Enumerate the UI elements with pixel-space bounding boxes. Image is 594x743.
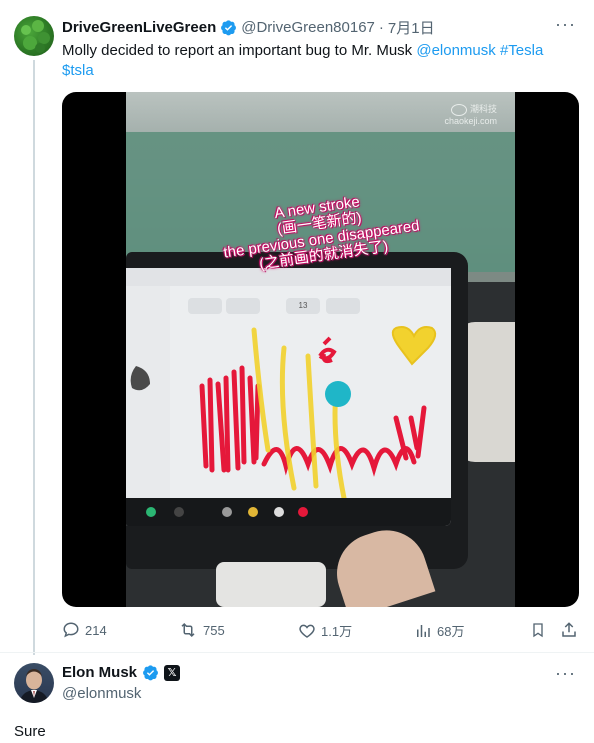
video-frame: 13 A new stroke (画一笔新的) the previous one… — [126, 92, 515, 607]
reply-author-name[interactable]: Elon Musk — [62, 664, 137, 681]
thread-line — [33, 60, 35, 655]
tweet-video[interactable]: 13 A new stroke (画一笔新的) the previous one… — [62, 92, 579, 607]
car-touchscreen: 13 — [126, 268, 451, 526]
retweet-count: 755 — [203, 622, 225, 638]
reply-tweet[interactable]: Elon Musk 𝕏 @elonmusk ··· Sure — [0, 653, 594, 743]
reply-author-handle[interactable]: @elonmusk — [62, 685, 141, 702]
watermark-eye-icon — [450, 103, 467, 116]
author-name[interactable]: DriveGreenLiveGreen — [62, 19, 216, 36]
author-handle[interactable]: @DriveGreen80167 — [241, 19, 375, 36]
verified-badge-icon — [142, 664, 159, 681]
tweet-text: Molly decided to report an important bug… — [62, 41, 572, 81]
author-avatar[interactable] — [14, 16, 54, 56]
bookmark-icon — [533, 623, 543, 638]
retweet-icon — [181, 622, 195, 638]
hashtag-link[interactable]: #Tesla — [500, 42, 543, 59]
reply-header: Elon Musk 𝕏 — [62, 664, 181, 681]
views-chart-icon — [417, 624, 430, 637]
action-bar: 214 755 1.1万 68万 — [62, 621, 582, 641]
reply-button[interactable]: 214 — [62, 621, 107, 639]
drawing-strokes — [130, 326, 437, 498]
tweet-body: Molly decided to report an important bug… — [62, 42, 417, 59]
tweet-date[interactable]: 7月1日 — [388, 17, 435, 38]
views-count: 68万 — [437, 624, 465, 639]
like-button[interactable]: 1.1万 — [298, 621, 352, 640]
screen-dock — [126, 498, 451, 526]
like-count: 1.1万 — [321, 624, 353, 639]
reply-text: Sure — [14, 723, 46, 740]
bookmark-button[interactable] — [530, 621, 546, 639]
separator: · — [378, 18, 384, 36]
views-button[interactable]: 68万 — [414, 621, 464, 640]
heart-icon — [299, 624, 315, 638]
retweet-button[interactable]: 755 — [178, 621, 225, 639]
reply-icon — [63, 622, 79, 638]
person-avatar-icon — [19, 669, 49, 703]
reply-author-avatar[interactable] — [14, 663, 54, 703]
dock-icon — [274, 507, 284, 517]
reply-count: 214 — [85, 622, 107, 638]
watermark-text: 潮科技 — [469, 104, 497, 114]
dock-icon — [298, 507, 308, 517]
dock-icon — [174, 507, 184, 517]
share-icon — [562, 622, 576, 637]
phone-icon — [146, 507, 156, 517]
tweet[interactable]: DriveGreenLiveGreen @DriveGreen80167 · 7… — [0, 0, 594, 655]
dock-icon — [222, 507, 232, 517]
tweet-header: DriveGreenLiveGreen @DriveGreen80167 · 7… — [62, 17, 435, 37]
x-affiliation-icon[interactable]: 𝕏 — [164, 664, 181, 681]
video-watermark: 潮科技 chaokeji.com — [444, 102, 497, 126]
dock-icon — [248, 507, 258, 517]
more-options-icon[interactable]: ··· — [555, 14, 576, 35]
cashtag-link[interactable]: $tsla — [62, 62, 94, 79]
share-button[interactable] — [560, 621, 578, 639]
leaf-pattern-icon — [21, 20, 50, 53]
watermark-subtext: chaokeji.com — [444, 115, 497, 126]
cloth — [216, 562, 326, 607]
more-options-icon[interactable]: ··· — [555, 663, 576, 684]
verified-badge-icon — [220, 19, 237, 36]
mention-link[interactable]: @elonmusk — [416, 42, 495, 59]
